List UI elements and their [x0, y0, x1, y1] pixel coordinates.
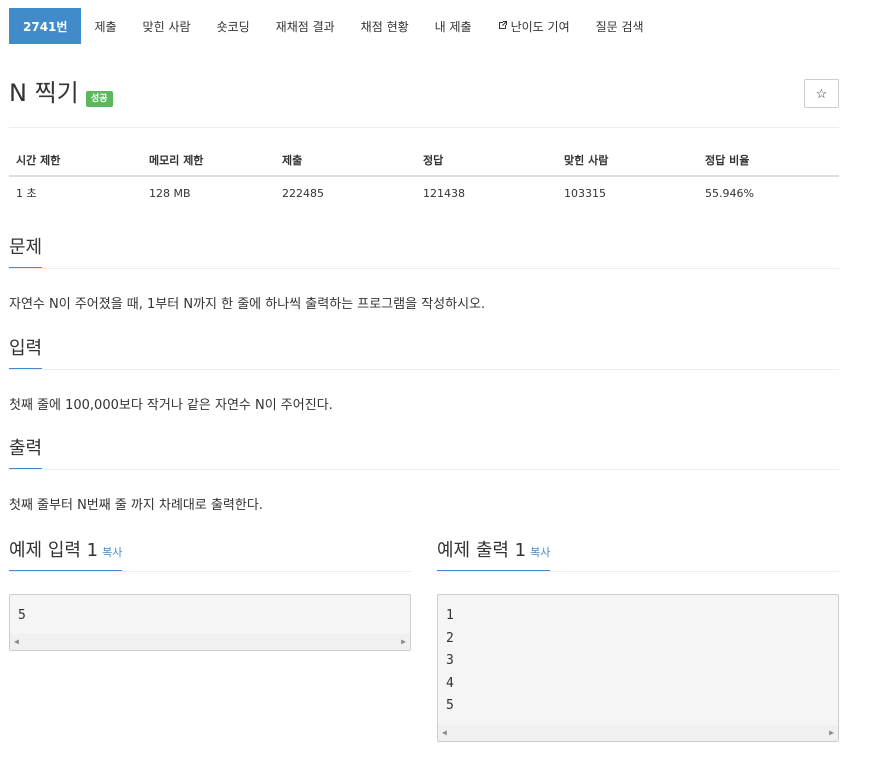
problem-nav: 2741번 제출 맞힌 사람 숏코딩 재채점 결과 채점 현황 내 제출 난이도… — [9, 8, 657, 44]
section-body: 자연수 N이 주어졌을 때, 1부터 N까지 한 줄에 하나씩 출력하는 프로그… — [9, 297, 486, 312]
nav-tab-label: 질문 검색 — [595, 19, 644, 34]
scroll-right-arrow-icon[interactable]: ▶ — [401, 637, 406, 646]
sample-title-text: 예제 출력 1 — [437, 540, 527, 561]
nav-tab-short-coding[interactable]: 숏코딩 — [204, 8, 263, 44]
section-header: 문제 — [9, 235, 839, 269]
problem-info-table: 시간 제한 메모리 제한 제출 정답 맞힌 사람 정답 비율 1 초 128 M… — [9, 146, 839, 209]
cell-submissions: 222485 — [282, 186, 324, 200]
sample-line: 5 — [18, 608, 26, 623]
table-header-row: 시간 제한 메모리 제한 제출 정답 맞힌 사람 정답 비율 — [9, 146, 839, 177]
sample-input-panel: 예제 입력 1 복사 5 ◀ ▶ — [9, 538, 411, 651]
sample-output-content: 1 2 3 4 5 — [438, 595, 838, 718]
section-problem: 문제 자연수 N이 주어졌을 때, 1부터 N까지 한 줄에 하나씩 출력하는 … — [9, 235, 839, 313]
cell-accept-ratio: 55.946% — [705, 186, 754, 200]
nav-tab-solvers[interactable]: 맞힌 사람 — [130, 8, 204, 44]
section-body: 첫째 줄부터 N번째 줄 까지 차례대로 출력한다. — [9, 498, 263, 513]
nav-tab-status[interactable]: 채점 현황 — [348, 8, 422, 44]
star-button[interactable]: ☆ — [804, 79, 839, 108]
problem-title-row: N 찍기 성공 ☆ — [9, 78, 839, 114]
sample-line: 3 — [446, 653, 454, 668]
section-output: 출력 첫째 줄부터 N번째 줄 까지 차례대로 출력한다. — [9, 436, 839, 514]
scroll-right-arrow-icon[interactable]: ▶ — [829, 728, 834, 737]
header-solvers: 맞힌 사람 — [557, 146, 698, 177]
sample-header: 예제 출력 1 복사 — [437, 538, 839, 572]
sample-output-panel: 예제 출력 1 복사 1 2 3 4 5 ◀ ▶ — [437, 538, 839, 742]
section-title: 입력 — [9, 336, 43, 369]
nav-tab-label: 내 제출 — [434, 19, 472, 34]
section-title: 출력 — [9, 436, 43, 469]
sample-line: 5 — [446, 698, 454, 713]
header-accepted: 정답 — [416, 146, 557, 177]
header-submissions: 제출 — [275, 146, 416, 177]
cell-memory-limit: 128 MB — [149, 186, 191, 200]
nav-tab-label: 숏코딩 — [216, 19, 250, 34]
nav-tab-rejudge-result[interactable]: 재채점 결과 — [263, 8, 348, 44]
sample-input-content: 5 — [10, 595, 410, 628]
status-badge: 성공 — [86, 91, 113, 107]
cell-solvers: 103315 — [564, 186, 606, 200]
section-header: 출력 — [9, 436, 839, 470]
scroll-left-arrow-icon[interactable]: ◀ — [442, 728, 447, 737]
nav-tab-label: 채점 현황 — [360, 19, 409, 34]
section-title: 문제 — [9, 235, 43, 268]
external-link-icon — [498, 20, 508, 33]
section-input: 입력 첫째 줄에 100,000보다 작거나 같은 자연수 N이 주어진다. — [9, 336, 839, 414]
nav-tab-questions[interactable]: 질문 검색 — [583, 8, 657, 44]
sample-title: 예제 입력 1 복사 — [9, 538, 123, 571]
star-icon: ☆ — [815, 85, 828, 101]
section-header: 입력 — [9, 336, 839, 370]
sample-title-text: 예제 입력 1 — [9, 540, 99, 561]
nav-tab-problem[interactable]: 2741번 — [9, 8, 82, 44]
header-memory-limit: 메모리 제한 — [142, 146, 275, 177]
header-time-limit: 시간 제한 — [9, 146, 142, 177]
divider — [9, 127, 839, 128]
cell-accepted: 121438 — [423, 186, 465, 200]
sample-output-box[interactable]: 1 2 3 4 5 ◀ ▶ — [437, 594, 839, 742]
sample-title: 예제 출력 1 복사 — [437, 538, 551, 571]
nav-tab-difficulty[interactable]: 난이도 기여 — [485, 8, 583, 44]
horizontal-scrollbar[interactable]: ◀ ▶ — [10, 634, 410, 650]
scroll-left-arrow-icon[interactable]: ◀ — [14, 637, 19, 646]
sample-line: 4 — [446, 675, 454, 691]
section-body: 첫째 줄에 100,000보다 작거나 같은 자연수 N이 주어진다. — [9, 398, 333, 413]
sample-line: 2 — [446, 630, 454, 646]
cell-time-limit: 1 초 — [16, 187, 37, 200]
sample-header: 예제 입력 1 복사 — [9, 538, 411, 572]
copy-sample-input-link[interactable]: 복사 — [102, 546, 122, 559]
problem-title: N 찍기 — [9, 79, 79, 107]
nav-tab-label: 맞힌 사람 — [142, 19, 191, 34]
nav-tab-label: 난이도 기여 — [510, 19, 570, 34]
horizontal-scrollbar[interactable]: ◀ ▶ — [438, 725, 838, 741]
nav-tab-my-submissions[interactable]: 내 제출 — [422, 8, 485, 44]
nav-tab-label: 2741번 — [23, 19, 68, 34]
header-accept-ratio: 정답 비율 — [698, 146, 839, 177]
nav-tab-submit[interactable]: 제출 — [81, 8, 129, 44]
copy-sample-output-link[interactable]: 복사 — [530, 546, 550, 559]
sample-line: 1 — [446, 608, 454, 623]
nav-tab-label: 제출 — [94, 19, 117, 34]
sample-input-box[interactable]: 5 ◀ ▶ — [9, 594, 411, 651]
nav-tab-label: 재채점 결과 — [275, 19, 335, 34]
table-row: 1 초 128 MB 222485 121438 103315 55.946% — [9, 176, 839, 209]
